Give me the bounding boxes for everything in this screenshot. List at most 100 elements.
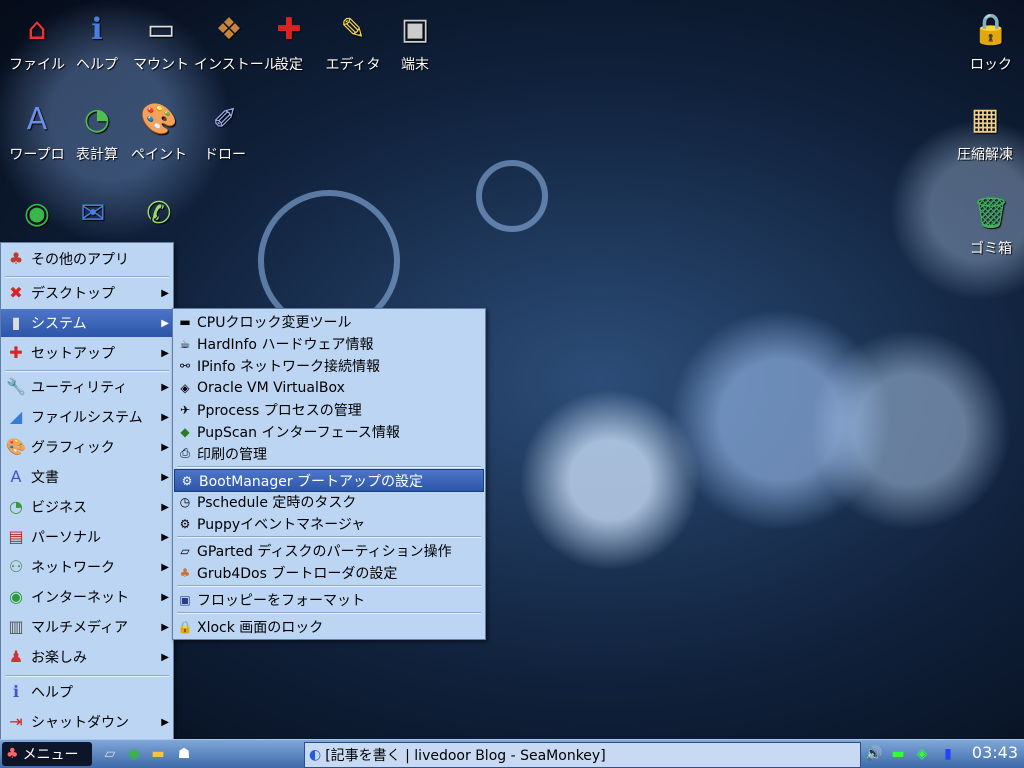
submenu-arrow-icon: ▶ bbox=[161, 621, 169, 633]
menu-item-fun[interactable]: ♟ お楽しみ ▶ bbox=[1, 643, 173, 671]
menu-separator bbox=[5, 370, 169, 372]
submenu-arrow-icon: ▶ bbox=[161, 471, 169, 483]
submenu-item-bootmanager[interactable]: ⚙ BootManager ブートアップの設定 bbox=[174, 469, 484, 492]
desktop-icon-draw[interactable]: ✐ ドロー bbox=[190, 98, 260, 164]
menu-item-desktop[interactable]: ✖ デスクトップ ▶ bbox=[1, 279, 173, 307]
submenu-item-virtualbox[interactable]: ◈ Oracle VM VirtualBox bbox=[173, 377, 485, 398]
menu-item-multimedia[interactable]: ▥ マルチメディア ▶ bbox=[1, 613, 173, 641]
menu-item-system[interactable]: ▮ システム ▶ bbox=[1, 309, 173, 337]
puppy-icon: ♣ bbox=[6, 746, 19, 762]
terminal-icon: ▣ bbox=[400, 12, 430, 47]
submenu-arrow-icon: ▶ bbox=[161, 716, 169, 728]
desktop-icon-settings[interactable]: ✚ 設定 bbox=[254, 8, 324, 74]
submenu-arrow-icon: ▶ bbox=[161, 381, 169, 393]
submenu-arrow-icon: ▶ bbox=[161, 651, 169, 663]
menu-separator bbox=[5, 276, 169, 278]
submenu-arrow-icon: ▶ bbox=[161, 347, 169, 359]
desktop-icon-help[interactable]: ℹ ヘルプ bbox=[62, 8, 132, 74]
menu-item-other-apps[interactable]: ♣ その他のアプリ bbox=[1, 245, 173, 273]
quicklaunch-drive-icon[interactable]: ▱ bbox=[100, 744, 120, 764]
menu-item-business[interactable]: ◔ ビジネス ▶ bbox=[1, 493, 173, 521]
setup-icon: ✚ bbox=[9, 343, 23, 362]
floppy-icon: ▣ bbox=[179, 592, 191, 607]
pupscan-icon: ◆ bbox=[180, 424, 190, 439]
process-icon: ✈ bbox=[179, 402, 191, 417]
submenu-item-print[interactable]: ⎙ 印刷の管理 bbox=[173, 443, 485, 464]
install-icon: ❖ bbox=[215, 12, 243, 47]
submenu-arrow-icon: ▶ bbox=[161, 411, 169, 423]
submenu-arrow-icon: ▶ bbox=[161, 561, 169, 573]
desktop-icon: ✖ bbox=[9, 283, 23, 302]
submenu-item-cpu[interactable]: ▬ CPUクロック変更ツール bbox=[173, 311, 485, 332]
internet-icon: ◉ bbox=[9, 587, 23, 606]
submenu-item-pprocess[interactable]: ✈ Pprocess プロセスの管理 bbox=[173, 399, 485, 420]
submenu-item-pschedule[interactable]: ◷ Pschedule 定時のタスク bbox=[173, 491, 485, 512]
mail-icon: ✉ bbox=[80, 196, 106, 231]
business-icon: ◔ bbox=[9, 497, 23, 516]
submenu-item-pupscan[interactable]: ◆ PupScan インターフェース情報 bbox=[173, 421, 485, 442]
help-icon: ℹ bbox=[12, 682, 20, 701]
submenu-item-xlock[interactable]: 🔒 Xlock 画面のロック bbox=[173, 616, 485, 637]
menu-item-filesystem[interactable]: ◢ ファイルシステム ▶ bbox=[1, 403, 173, 431]
submenu-item-event-manager[interactable]: ⚙ Puppyイベントマネージャ bbox=[173, 513, 485, 534]
desktop-icon-chat[interactable]: ✆ bbox=[124, 192, 194, 238]
ipinfo-icon: ⚯ bbox=[179, 358, 191, 373]
submenu-arrow-icon: ▶ bbox=[161, 441, 169, 453]
menu-item-network[interactable]: ⚇ ネットワーク ▶ bbox=[1, 553, 173, 581]
taskbar-window-seamonkey[interactable]: ◐ [記事を書く | livedoor Blog - SeaMonkey] bbox=[304, 742, 861, 768]
system-submenu: ▬ CPUクロック変更ツール ☕ HardInfo ハードウェア情報 ⚯ IPi… bbox=[172, 308, 486, 640]
desktop-icon-mail[interactable]: ✉ bbox=[58, 192, 128, 238]
gparted-icon: ▱ bbox=[180, 543, 190, 558]
menu-item-document[interactable]: A 文書 ▶ bbox=[1, 463, 173, 491]
other-apps-icon: ♣ bbox=[8, 249, 24, 268]
submenu-separator bbox=[177, 466, 481, 468]
desktop-icon-lock[interactable]: 🔒 ロック bbox=[956, 8, 1024, 74]
menu-item-utility[interactable]: 🔧 ユーティリティ ▶ bbox=[1, 373, 173, 401]
submenu-item-grub4dos[interactable]: ♣ Grub4Dos ブートローダの設定 bbox=[173, 562, 485, 583]
desktop-icon-archive[interactable]: ▦ 圧縮解凍 bbox=[950, 98, 1020, 164]
quicklaunch-folder-icon[interactable]: ▬ bbox=[148, 744, 168, 764]
volume-icon[interactable]: 🔊 bbox=[864, 744, 884, 764]
start-menu: ♣ その他のアプリ ✖ デスクトップ ▶ ▮ システム ▶ ✚ セットアップ ▶… bbox=[0, 242, 174, 741]
submenu-item-gparted[interactable]: ▱ GParted ディスクのパーティション操作 bbox=[173, 540, 485, 561]
printer-icon: ⎙ bbox=[180, 446, 190, 460]
utility-icon: 🔧 bbox=[6, 377, 26, 396]
desktop-icon-paint[interactable]: 🎨 ペイント bbox=[124, 98, 194, 164]
archive-icon: ▦ bbox=[970, 102, 1000, 137]
desktop-icon-trash[interactable]: 🗑 ゴミ箱 bbox=[956, 192, 1024, 258]
network-icon: ⚇ bbox=[8, 557, 24, 576]
submenu-item-hardinfo[interactable]: ☕ HardInfo ハードウェア情報 bbox=[173, 333, 485, 354]
desktop-icon-mount[interactable]: ▭ マウント bbox=[126, 8, 196, 74]
draw-icon: ✐ bbox=[212, 102, 238, 137]
desktop-icon-editor[interactable]: ✎ エディタ bbox=[318, 8, 388, 74]
quicklaunch-browser-icon[interactable]: ◉ bbox=[124, 744, 144, 764]
network-status-icon[interactable]: ◈ bbox=[912, 744, 932, 764]
trash-icon: 🗑 bbox=[971, 196, 1011, 231]
taskbar: ♣ メニュー ▱ ◉ ▬ ☗ ◐ [記事を書く | livedoor Blog … bbox=[0, 739, 1024, 768]
drive-icon: ▭ bbox=[146, 12, 176, 47]
submenu-arrow-icon: ▶ bbox=[161, 501, 169, 513]
padlock-icon: 🔒 bbox=[177, 619, 193, 634]
filesystem-icon: ◢ bbox=[9, 407, 23, 426]
shutdown-icon: ⇥ bbox=[9, 712, 23, 731]
menu-item-graphics[interactable]: 🎨 グラフィック ▶ bbox=[1, 433, 173, 461]
desktop-icon-spreadsheet[interactable]: ◔ 表計算 bbox=[62, 98, 132, 164]
menu-item-internet[interactable]: ◉ インターネット ▶ bbox=[1, 583, 173, 611]
menu-item-shutdown[interactable]: ⇥ シャットダウン ▶ bbox=[1, 708, 173, 736]
clock[interactable]: 03:43 bbox=[972, 743, 1018, 762]
start-menu-button[interactable]: ♣ メニュー bbox=[2, 742, 92, 766]
submenu-separator bbox=[177, 585, 481, 587]
clock-icon: ◷ bbox=[179, 494, 191, 509]
menu-item-help[interactable]: ℹ ヘルプ bbox=[1, 678, 173, 706]
wordprocessor-icon: A bbox=[26, 102, 48, 137]
battery-status-icon[interactable]: ▬ bbox=[888, 744, 908, 764]
submenu-item-ipinfo[interactable]: ⚯ IPinfo ネットワーク接続情報 bbox=[173, 355, 485, 376]
quicklaunch-linux-icon[interactable]: ☗ bbox=[174, 744, 194, 764]
desktop-icon-terminal[interactable]: ▣ 端末 bbox=[380, 8, 450, 74]
power-icon[interactable]: ▮ bbox=[938, 744, 958, 764]
menu-item-personal[interactable]: ▤ パーソナル ▶ bbox=[1, 523, 173, 551]
home-icon: ⌂ bbox=[27, 12, 47, 47]
cpu-icon: ▬ bbox=[179, 314, 191, 329]
menu-item-setup[interactable]: ✚ セットアップ ▶ bbox=[1, 339, 173, 367]
submenu-item-floppy-format[interactable]: ▣ フロッピーをフォーマット bbox=[173, 589, 485, 610]
